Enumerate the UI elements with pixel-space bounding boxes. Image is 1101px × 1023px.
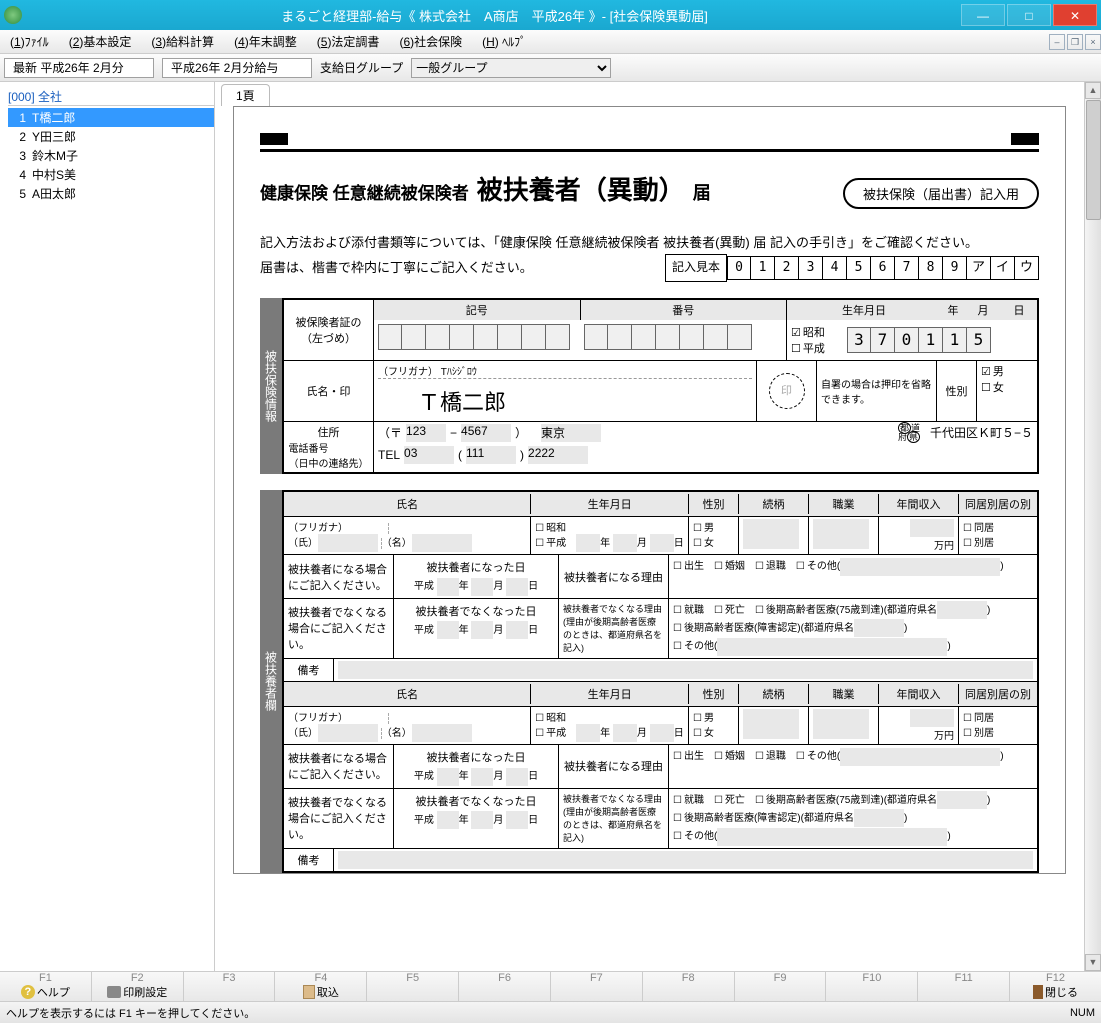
fn-f12[interactable]: F12 閉じる xyxy=(1009,972,1101,1001)
name-value: Ｔ橋二郎 xyxy=(378,379,752,419)
mdi-close-icon[interactable]: × xyxy=(1085,34,1101,50)
payment-field[interactable]: 平成26年 2月分給与 xyxy=(162,58,312,78)
sidebar-item[interactable]: 2Y田三郎 xyxy=(8,127,214,146)
sidebar: [000] 全社 1T橋二郎2Y田三郎3鈴木M子4中村S美5A田太郎 xyxy=(0,82,215,971)
postal2-input[interactable]: 4567 xyxy=(461,424,511,442)
fn-f8[interactable]: F8 xyxy=(642,972,734,1001)
app-icon xyxy=(4,6,22,24)
printer-icon xyxy=(107,986,121,998)
instruction-2: 届書は、楷書で枠内に丁寧にご記入ください。 xyxy=(260,256,665,279)
fn-f3[interactable]: F3 xyxy=(183,972,275,1001)
fn-f9[interactable]: F9 xyxy=(734,972,826,1001)
scroll-up-icon[interactable]: ▲ xyxy=(1085,82,1101,99)
furigana-value: Tﾊｼｼﾞﾛｳ xyxy=(441,367,477,378)
sample-label: 記入見本 xyxy=(665,254,727,282)
sidebar-header[interactable]: [000] 全社 xyxy=(8,88,214,106)
fn-f10[interactable]: F10 xyxy=(825,972,917,1001)
scrollbar[interactable]: ▲ ▼ xyxy=(1084,82,1101,971)
group-label: 支給日グループ xyxy=(320,59,403,76)
document-view: 1頁 健康保険 任意継続被保険者 被扶養者（異動） 届 被扶保険（届出書）記入用… xyxy=(215,82,1101,971)
close-button[interactable]: ✕ xyxy=(1053,4,1097,26)
scroll-thumb[interactable] xyxy=(1086,100,1101,220)
fn-f4[interactable]: F4 取込 xyxy=(274,972,366,1001)
scroll-down-icon[interactable]: ▼ xyxy=(1085,954,1101,971)
section2-label: 被扶養者欄 xyxy=(260,490,282,873)
menu-file[interactable]: (1)ﾌｧｲﾙ xyxy=(0,33,59,50)
menu-help[interactable]: (H) ﾍﾙﾌﾟ xyxy=(472,33,536,50)
era-showa-check[interactable] xyxy=(791,327,803,339)
era-heisei-check[interactable] xyxy=(791,343,803,355)
form-badge: 被扶保険（届出書）記入用 xyxy=(843,178,1039,209)
seal-icon: 印 xyxy=(769,373,805,409)
status-bar: ヘルプを表示するには F1 キーを押してください。 NUM xyxy=(0,1001,1101,1023)
door-icon xyxy=(1033,985,1043,999)
menu-yearend[interactable]: (4)年末調整 xyxy=(224,33,307,50)
sample-boxes: 0123456789アイウ xyxy=(727,256,1039,280)
period-field[interactable]: 最新 平成26年 2月分 xyxy=(4,58,154,78)
postal1-input[interactable]: 123 xyxy=(406,424,446,442)
sidebar-item[interactable]: 4中村S美 xyxy=(8,165,214,184)
tel1-input[interactable]: 03 xyxy=(404,446,454,464)
toolbar: 最新 平成26年 2月分 平成26年 2月分給与 支給日グループ 一般グループ xyxy=(0,54,1101,82)
menu-basic[interactable]: (2)基本設定 xyxy=(59,33,142,50)
tel3-input[interactable]: 2222 xyxy=(528,446,588,464)
fn-f5[interactable]: F5 xyxy=(366,972,458,1001)
tel2-input[interactable]: 111 xyxy=(466,446,516,464)
help-icon: ? xyxy=(21,985,35,999)
page-tab[interactable]: 1頁 xyxy=(221,84,270,106)
sex-female-check[interactable] xyxy=(981,382,993,394)
pref-input[interactable]: 東京 xyxy=(541,424,601,442)
form-title-todoke: 届 xyxy=(693,179,711,205)
menu-social[interactable]: (6)社会保険 xyxy=(389,33,472,50)
menu-salary[interactable]: (3)給料計算 xyxy=(141,33,224,50)
function-key-bar: F1? ヘルプF2 印刷設定F3F4 取込F5F6F7F8F9F10F11F12… xyxy=(0,971,1101,1001)
city-value: 千代田区Ｋ町５−５ xyxy=(930,424,1033,441)
minimize-button[interactable]: — xyxy=(961,4,1005,26)
sidebar-item[interactable]: 1T橋二郎 xyxy=(8,108,214,127)
mdi-restore-icon[interactable]: ❐ xyxy=(1067,34,1083,50)
fn-f7[interactable]: F7 xyxy=(550,972,642,1001)
sex-male-check[interactable] xyxy=(981,366,993,378)
menu-legal[interactable]: (5)法定調書 xyxy=(307,33,390,50)
fn-f1[interactable]: F1? ヘルプ xyxy=(0,972,91,1001)
fn-f6[interactable]: F6 xyxy=(458,972,550,1001)
section1-label: 被扶保険情報 xyxy=(260,298,282,474)
fn-f11[interactable]: F11 xyxy=(917,972,1009,1001)
form-title-kenpo: 健康保険 任意継続被保険者 xyxy=(260,179,469,204)
titlebar: まるごと経理部-給与《 株式会社 A商店 平成26年 》- [社会保険異動届] … xyxy=(0,0,1101,30)
fn-f2[interactable]: F2 印刷設定 xyxy=(91,972,183,1001)
maximize-button[interactable]: □ xyxy=(1007,4,1051,26)
sidebar-item[interactable]: 5A田太郎 xyxy=(8,184,214,203)
status-message: ヘルプを表示するには F1 キーを押してください。 xyxy=(6,1005,255,1021)
import-icon xyxy=(303,985,315,999)
sidebar-item[interactable]: 3鈴木M子 xyxy=(8,146,214,165)
menubar: (1)ﾌｧｲﾙ (2)基本設定 (3)給料計算 (4)年末調整 (5)法定調書 … xyxy=(0,30,1101,54)
instruction-1: 記入方法および添付書類等については、「健康保険 任意継続被保険者 被扶養者(異動… xyxy=(260,231,1039,254)
window-title: まるごと経理部-給与《 株式会社 A商店 平成26年 》- [社会保険異動届] xyxy=(30,6,959,25)
mdi-controls: – ❐ × xyxy=(1047,34,1101,50)
group-select[interactable]: 一般グループ xyxy=(411,58,611,78)
status-num: NUM xyxy=(1070,1007,1095,1019)
mdi-min-icon[interactable]: – xyxy=(1049,34,1065,50)
form-title-main: 被扶養者（異動） xyxy=(477,170,685,207)
form-paper: 健康保険 任意継続被保険者 被扶養者（異動） 届 被扶保険（届出書）記入用 記入… xyxy=(233,106,1066,874)
